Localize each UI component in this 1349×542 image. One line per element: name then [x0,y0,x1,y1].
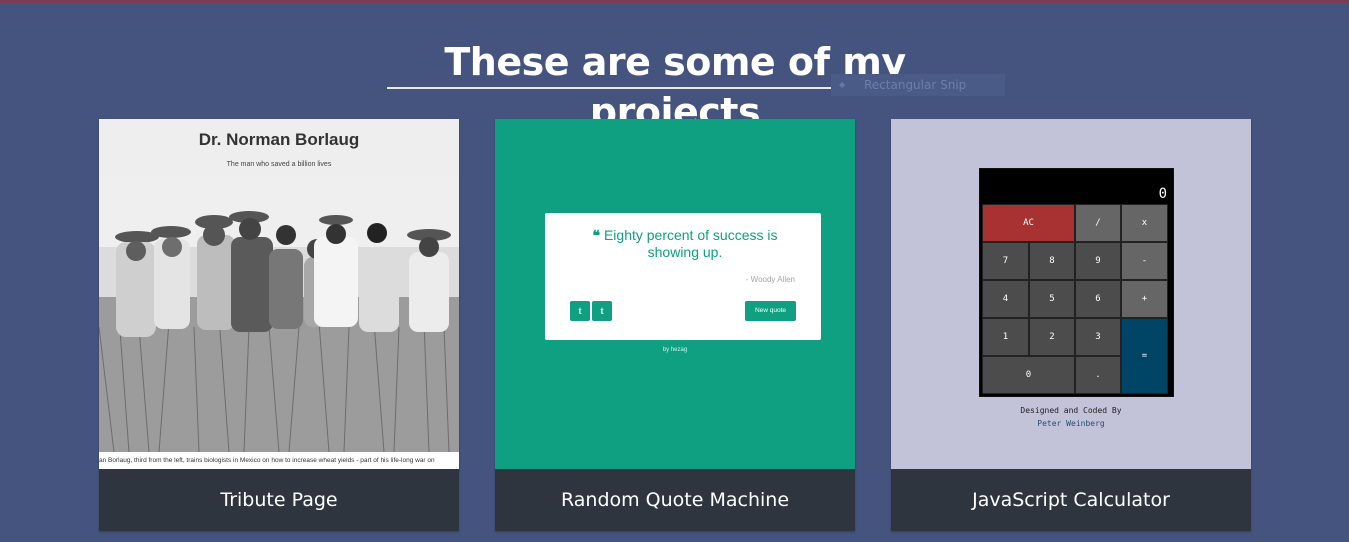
calc-key-5[interactable]: 5 [1029,280,1075,318]
tumblr-icon: t [600,306,604,316]
twitter-icon: t [578,306,582,316]
calculator-background: 0 AC / x 7 8 9 - 4 5 6 + 1 2 3 = 0 . Des… [891,119,1251,469]
calc-key-7[interactable]: 7 [982,242,1029,280]
top-border [0,0,1349,3]
calc-key-decimal[interactable]: . [1075,356,1121,394]
quote-text: ❝ Eighty percent of success is showing u… [592,227,778,260]
calc-key-plus[interactable]: + [1121,280,1168,318]
quote-box: ❝ Eighty percent of success is showing u… [545,213,821,340]
calc-key-divide[interactable]: / [1075,204,1121,242]
quote-attribution: by hezag [662,347,688,353]
calc-key-4[interactable]: 4 [982,280,1029,318]
new-quote-button[interactable]: New quote [745,301,796,321]
project-card-tribute-page[interactable]: Dr. Norman Borlaug The man who saved a b… [99,119,459,531]
calculator: 0 AC / x 7 8 9 - 4 5 6 + 1 2 3 = 0 . [979,168,1174,397]
calc-key-0[interactable]: 0 [982,356,1075,394]
quote-mark-icon: ❝ [592,227,604,243]
tribute-thumbnail[interactable]: Dr. Norman Borlaug The man who saved a b… [99,119,459,469]
calculator-display: 0 [1158,186,1167,202]
calc-key-1[interactable]: 1 [982,318,1029,356]
quote-author: - Woody Allen [745,275,795,284]
project-title[interactable]: JavaScript Calculator [891,469,1251,531]
twitter-button[interactable]: t [570,301,590,321]
project-title[interactable]: Random Quote Machine [495,469,855,531]
calc-key-3[interactable]: 3 [1075,318,1121,356]
snip-label: Rectangular Snip [864,78,967,92]
snip-icon: ◆ [839,80,846,89]
quote-background: ❝ Eighty percent of success is showing u… [495,119,855,469]
borlaug-photo [99,177,459,452]
calc-key-8[interactable]: 8 [1029,242,1075,280]
tribute-subtitle: The man who saved a billion lives [226,161,332,168]
calc-key-minus[interactable]: - [1121,242,1168,280]
quote-thumbnail[interactable]: ❝ Eighty percent of success is showing u… [495,119,855,469]
tribute-header: Dr. Norman Borlaug The man who saved a b… [99,119,459,177]
project-title[interactable]: Tribute Page [99,469,459,531]
tribute-name: Dr. Norman Borlaug [198,130,360,149]
calc-key-6[interactable]: 6 [1075,280,1121,318]
tribute-caption: an Borlaug, third from the left, trains … [99,452,459,469]
calc-key-2[interactable]: 2 [1029,318,1075,356]
calculator-thumbnail[interactable]: 0 AC / x 7 8 9 - 4 5 6 + 1 2 3 = 0 . Des… [891,119,1251,469]
rectangular-snip-toolbar[interactable]: ◆ Rectangular Snip [831,74,1005,96]
calculator-author-link[interactable]: Peter Weinberg [891,419,1251,428]
calc-key-clear[interactable]: AC [982,204,1075,242]
calc-key-9[interactable]: 9 [1075,242,1121,280]
calc-key-multiply[interactable]: x [1121,204,1168,242]
project-card-random-quote-machine[interactable]: ❝ Eighty percent of success is showing u… [495,119,855,531]
calculator-credit: Designed and Coded By [1020,406,1122,415]
project-card-javascript-calculator[interactable]: 0 AC / x 7 8 9 - 4 5 6 + 1 2 3 = 0 . Des… [891,119,1251,531]
calc-key-equals[interactable]: = [1121,318,1168,394]
tumblr-button[interactable]: t [592,301,612,321]
